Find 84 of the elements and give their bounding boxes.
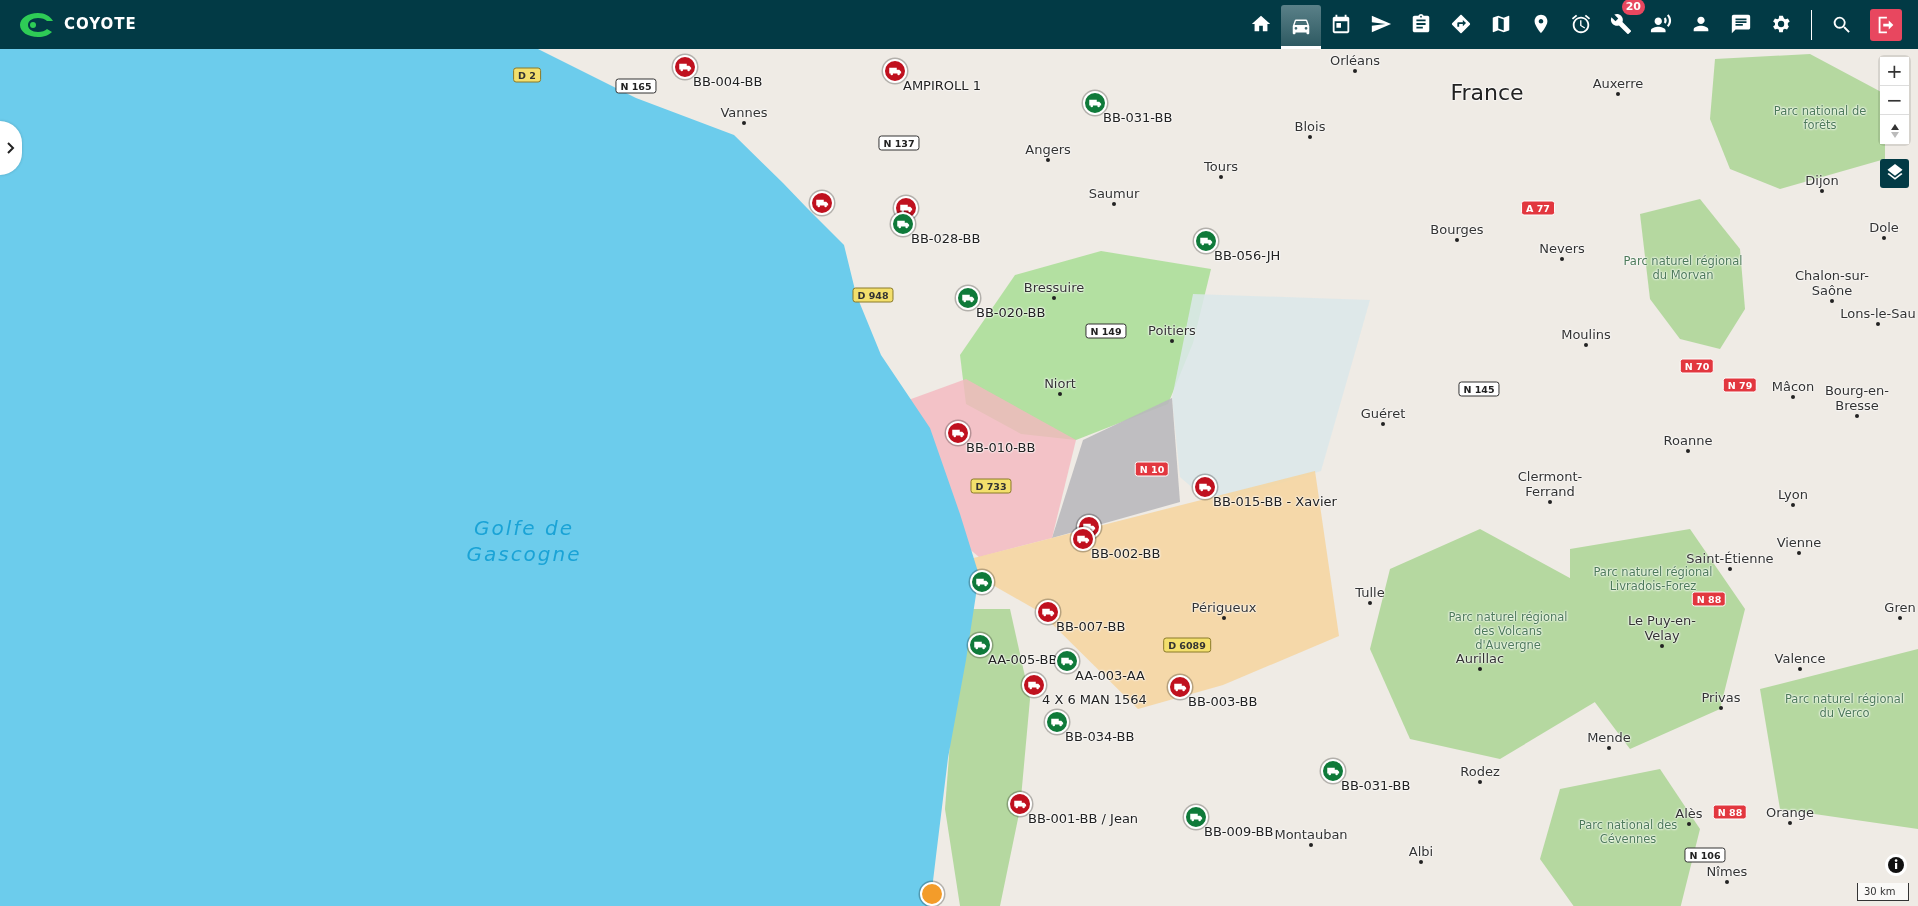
- vehicle-label: BB-031-BB: [1103, 110, 1173, 125]
- vehicle-label: BB-015-BB - Xavier: [1213, 494, 1337, 509]
- city-label: Orléans: [1329, 53, 1381, 68]
- city-label: Nevers: [1539, 241, 1585, 256]
- city-label: Périgueux: [1191, 600, 1257, 615]
- vehicle-label: BB-020-BB: [976, 305, 1046, 320]
- road-number: N 70: [1679, 358, 1715, 374]
- road-number: D 948: [852, 287, 894, 303]
- city-label: Tulle: [1355, 585, 1385, 600]
- city-label: Le Puy-en-Velay: [1626, 613, 1698, 643]
- vehicle-label: BB-002-BB: [1091, 546, 1161, 561]
- road-number: N 149: [1085, 323, 1127, 339]
- city-label: Saumur: [1088, 186, 1140, 201]
- vehicle-label: BB-004-BB: [693, 74, 763, 89]
- park-label: Parc naturel régional des Volcans d'Auvergne: [1447, 610, 1569, 652]
- vehicle-label: BB-034-BB: [1065, 729, 1135, 744]
- city-label: Bourges: [1430, 222, 1484, 237]
- city-label: Nîmes: [1706, 864, 1748, 879]
- city-label: Guéret: [1360, 406, 1406, 421]
- vehicle-label: BB-010-BB: [966, 440, 1036, 455]
- brand-name: COYOTE: [64, 14, 137, 36]
- city-label: Aurillac: [1455, 651, 1505, 666]
- city-label: Rodez: [1460, 764, 1500, 779]
- park-label: Parc naturel régional du Morvan: [1622, 254, 1744, 282]
- vehicle-label: BB-028-BB: [911, 231, 981, 246]
- park-label: Parc national des Cévennes: [1577, 818, 1679, 846]
- park-label: Parc naturel régional du Verco: [1783, 692, 1906, 720]
- vehicle-label: AA-005-BB: [988, 652, 1058, 667]
- vehicle-label: AA-003-AA: [1075, 668, 1145, 683]
- vehicle-label: 4 X 6 MAN 1564: [1042, 692, 1147, 707]
- park-label: Parc naturel régional Livradois-Forez: [1592, 565, 1714, 593]
- vehicle-label: AMPIROLL 1: [903, 78, 981, 93]
- city-label: Albi: [1408, 844, 1434, 859]
- sea-label: Golfe de Gascogne: [465, 515, 583, 567]
- city-label: Niort: [1044, 376, 1076, 391]
- road-number: N 137: [878, 135, 920, 151]
- vehicle-label: BB-056-JH: [1214, 248, 1281, 263]
- city-label: Alès: [1675, 806, 1703, 821]
- road-number: N 88: [1691, 591, 1727, 607]
- city-label: Chalon-sur-Saône: [1794, 268, 1870, 298]
- city-label: Auxerre: [1592, 76, 1644, 91]
- city-label: Gren: [1884, 600, 1916, 615]
- road-number: N 165: [615, 78, 657, 94]
- city-label: Montauban: [1274, 827, 1348, 842]
- road-number: N 145: [1458, 381, 1500, 397]
- city-label: Roanne: [1663, 433, 1713, 448]
- city-label: Lons-le-Sau: [1840, 306, 1916, 321]
- vehicle-label: BB-007-BB: [1056, 619, 1126, 634]
- city-label: Poitiers: [1148, 323, 1196, 338]
- vehicle-label: BB-031-BB: [1341, 778, 1411, 793]
- city-label: Dole: [1869, 220, 1899, 235]
- city-label: Moulins: [1561, 327, 1611, 342]
- city-label: Tours: [1204, 159, 1238, 174]
- zoom-in-button[interactable]: +: [1880, 57, 1909, 86]
- city-label: Bourg-en-Bresse: [1823, 383, 1891, 413]
- road-number: D 733: [970, 478, 1012, 494]
- road-number: D 6089: [1163, 637, 1211, 653]
- city-label: Vienne: [1776, 535, 1822, 550]
- road-number: N 88: [1712, 804, 1748, 820]
- city-label: Blois: [1294, 119, 1326, 134]
- city-label: Saint-Étienne: [1686, 551, 1774, 566]
- count-badge: 20: [1621, 0, 1645, 15]
- city-label: Lyon: [1778, 487, 1808, 502]
- city-label: Angers: [1025, 142, 1071, 157]
- city-label: Valence: [1774, 651, 1826, 666]
- city-label: Dijon: [1805, 173, 1839, 188]
- road-number: N 79: [1722, 377, 1758, 393]
- city-label: Clermont-Ferrand: [1516, 469, 1584, 499]
- city-label: Vannes: [720, 105, 768, 120]
- park-label: Parc national de forêts: [1772, 104, 1868, 132]
- vehicle-label: BB-003-BB: [1188, 694, 1258, 709]
- road-number: N 106: [1684, 847, 1726, 863]
- city-label: Mâcon: [1771, 379, 1815, 394]
- road-number: N 10: [1134, 461, 1170, 477]
- city-label: Mende: [1587, 730, 1631, 745]
- city-label: Bressuire: [1023, 280, 1085, 295]
- road-number: A 77: [1521, 200, 1555, 216]
- vehicle-label: BB-009-BB: [1204, 824, 1274, 839]
- scale-bar: 30 km: [1857, 883, 1909, 901]
- city-label: Orange: [1766, 805, 1814, 820]
- vehicle-label: BB-001-BB / Jean: [1028, 811, 1139, 826]
- road-number: D 2: [513, 67, 541, 83]
- country-label: France: [1450, 84, 1524, 100]
- city-label: Privas: [1701, 690, 1741, 705]
